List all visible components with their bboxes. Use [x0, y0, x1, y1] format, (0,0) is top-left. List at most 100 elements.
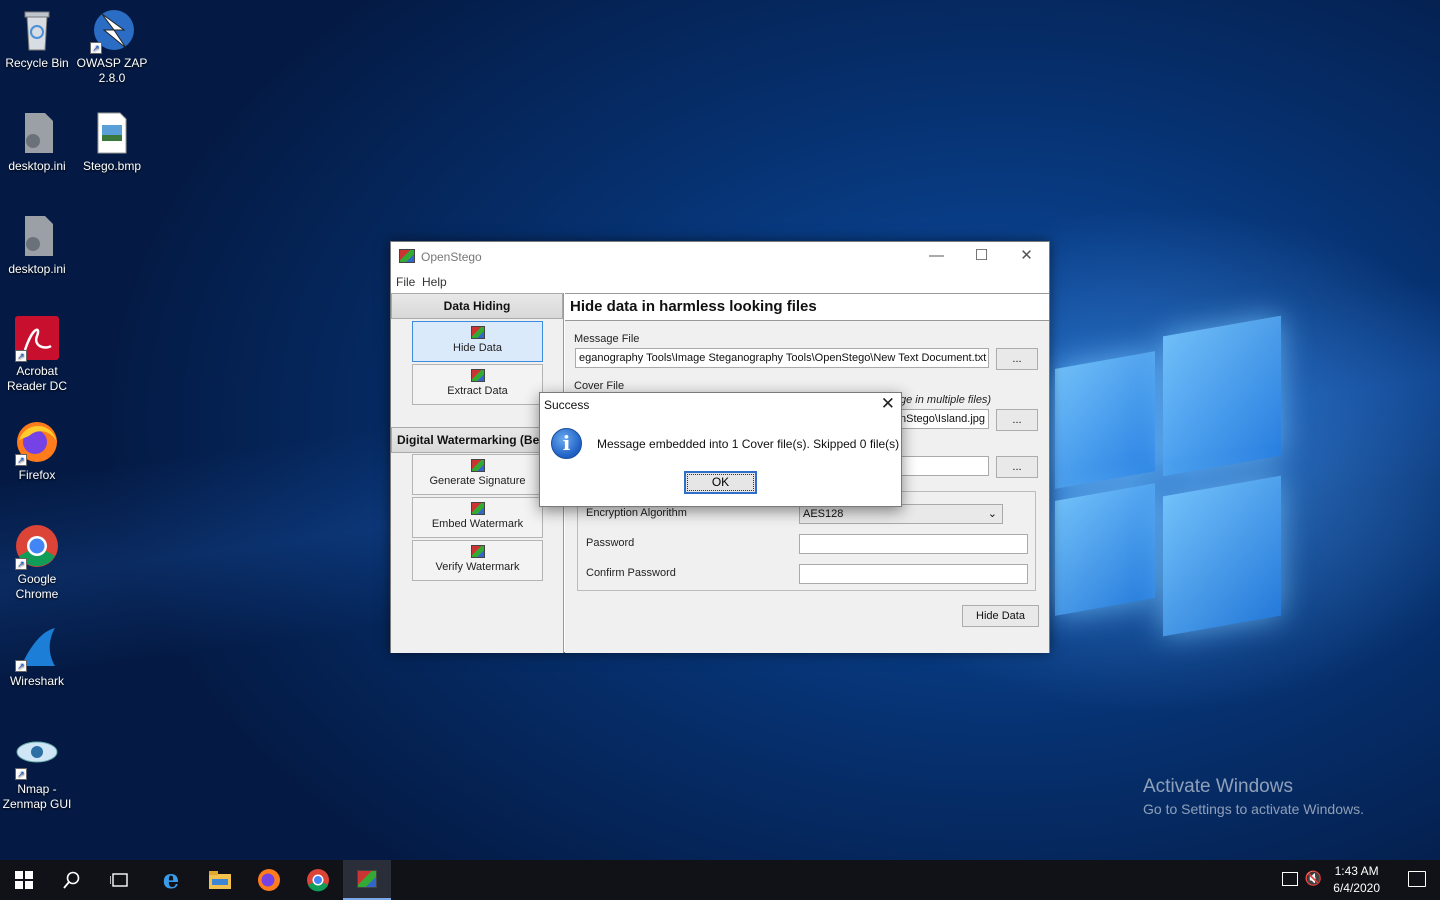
search-button[interactable] — [48, 860, 96, 900]
desktop-icon-zenmap[interactable]: ↗ Nmap - Zenmap GUI — [0, 734, 74, 812]
minimize-button[interactable]: — — [914, 242, 959, 272]
verify-watermark-label: Verify Watermark — [435, 561, 520, 573]
cover-file-browse-button[interactable]: ... — [996, 409, 1038, 431]
cover-file-label: Cover File — [574, 380, 625, 392]
message-file-label: Message File — [574, 333, 640, 345]
chrome-icon: ↗ — [15, 524, 59, 570]
task-view-button[interactable] — [96, 860, 144, 900]
desktop-icon-label: OWASP ZAP — [76, 56, 148, 70]
confirm-password-input[interactable] — [799, 564, 1028, 584]
desktop-icon-stego-bmp[interactable]: Stego.bmp — [75, 111, 149, 174]
desktop-icon-label: Reader DC — [6, 379, 68, 393]
info-icon: i — [551, 428, 582, 459]
zenmap-icon: ↗ — [15, 734, 59, 780]
desktop-icon-label: Chrome — [15, 587, 59, 601]
generate-signature-icon — [470, 459, 485, 472]
desktop-icon-firefox[interactable]: ↗ Firefox — [0, 420, 74, 483]
taskbar: e 🔇 1:43 AM 6/4/2020 — [0, 860, 1440, 900]
desktop-icon-owasp-zap[interactable]: ↗ OWASP ZAP 2.8.0 — [75, 8, 149, 86]
cover-file-hint: ge in multiple files) — [900, 394, 992, 406]
edge-icon: e — [162, 865, 180, 895]
shortcut-arrow-icon: ↗ — [15, 350, 27, 362]
desktop-icon-acrobat[interactable]: ↗ Acrobat Reader DC — [0, 316, 74, 394]
maximize-button[interactable]: ☐ — [959, 242, 1004, 272]
generate-signature-label: Generate Signature — [429, 475, 526, 487]
recycle-bin-icon — [15, 8, 59, 52]
firefox-taskbar-button[interactable] — [245, 860, 293, 900]
menu-file[interactable]: File — [396, 275, 415, 289]
menu-help[interactable]: Help — [422, 275, 447, 289]
encryption-algorithm-select[interactable]: AES128 ⌄ — [799, 504, 1003, 524]
dialog-close-icon[interactable]: ✕ — [881, 394, 895, 414]
extract-data-icon — [470, 369, 485, 382]
hide-data-tool-button[interactable]: Hide Data — [412, 321, 543, 362]
desktop-icon-label: Acrobat — [16, 364, 58, 378]
desktop-icon-label: Recycle Bin — [5, 56, 69, 70]
hide-data-button[interactable]: Hide Data — [962, 605, 1039, 627]
hide-data-label: Hide Data — [453, 342, 502, 354]
start-icon — [15, 871, 33, 889]
openstego-taskbar-button[interactable] — [343, 860, 391, 900]
file-explorer-taskbar-button[interactable] — [196, 860, 244, 900]
start-button[interactable] — [0, 860, 48, 900]
desktop-icon-label: Google — [17, 572, 57, 586]
activate-windows-watermark: Activate Windows Go to Settings to activ… — [1143, 776, 1364, 817]
password-label: Password — [586, 537, 635, 549]
chevron-down-icon: ⌄ — [987, 508, 997, 520]
window-title: OpenStego — [421, 250, 482, 264]
shortcut-arrow-icon: ↗ — [15, 660, 27, 672]
firefox-icon — [258, 869, 280, 891]
desktop-icon-label: 2.8.0 — [98, 71, 126, 85]
volume-muted-icon[interactable]: 🔇 — [1305, 870, 1322, 887]
ok-button[interactable]: OK — [684, 471, 757, 494]
verify-watermark-icon — [470, 545, 485, 558]
page-title: Hide data in harmless looking files — [565, 293, 1049, 321]
desktop-icon-desktop-ini-2[interactable]: desktop.ini — [0, 214, 74, 277]
edge-taskbar-button[interactable]: e — [147, 860, 195, 900]
desktop-icon-desktop-ini[interactable]: desktop.ini — [0, 111, 74, 174]
network-icon[interactable] — [1282, 872, 1298, 886]
clock-date: 6/4/2020 — [1333, 881, 1380, 895]
desktop-icon-wireshark[interactable]: ↗ Wireshark — [0, 626, 74, 689]
clock[interactable]: 1:43 AM 6/4/2020 — [1333, 863, 1380, 897]
embed-watermark-tool-button[interactable]: Embed Watermark — [412, 497, 543, 538]
chrome-icon — [307, 869, 329, 892]
openstego-icon — [357, 870, 377, 888]
encryption-algorithm-label: Encryption Algorithm — [586, 507, 687, 519]
message-file-input[interactable]: eganography Tools\Image Steganography To… — [575, 348, 989, 368]
message-file-browse-button[interactable]: ... — [996, 348, 1038, 370]
desktop-icon-label: Zenmap GUI — [2, 797, 72, 811]
shortcut-arrow-icon: ↗ — [15, 768, 27, 780]
search-icon — [63, 871, 80, 889]
output-file-browse-button[interactable]: ... — [996, 456, 1038, 478]
extract-data-label: Extract Data — [447, 385, 508, 397]
desktop-icon-label: desktop.ini — [8, 159, 66, 173]
verify-watermark-tool-button[interactable]: Verify Watermark — [412, 540, 543, 581]
password-input[interactable] — [799, 534, 1028, 554]
bitmap-file-icon — [90, 111, 134, 155]
hide-data-icon — [470, 326, 485, 339]
firefox-icon: ↗ — [15, 420, 59, 466]
desktop-icon-label: Nmap - — [17, 782, 57, 796]
generate-signature-tool-button[interactable]: Generate Signature — [412, 454, 543, 495]
acrobat-icon: ↗ — [15, 316, 59, 362]
notifications-icon[interactable] — [1408, 871, 1426, 887]
extract-data-tool-button[interactable]: Extract Data — [412, 364, 543, 405]
desktop-icon-chrome[interactable]: ↗ Google Chrome — [0, 524, 74, 602]
encryption-algorithm-value: AES128 — [803, 508, 844, 520]
desktop-icon-label: desktop.ini — [8, 262, 66, 276]
settings-file-icon — [15, 111, 59, 155]
dialog-title: Success — [544, 398, 590, 412]
embed-watermark-label: Embed Watermark — [431, 518, 524, 530]
owasp-zap-icon: ↗ — [90, 8, 134, 54]
task-view-icon — [110, 873, 128, 887]
chrome-taskbar-button[interactable] — [294, 860, 342, 900]
section-data-hiding[interactable]: Data Hiding — [391, 293, 563, 319]
window-titlebar[interactable]: OpenStego — ☐ ✕ — [391, 242, 1049, 272]
settings-file-icon — [15, 214, 59, 258]
close-button[interactable]: ✕ — [1004, 242, 1049, 272]
desktop-icon-label: Stego.bmp — [82, 159, 142, 173]
desktop-icon-recycle-bin[interactable]: Recycle Bin — [0, 8, 74, 71]
embed-watermark-icon — [470, 502, 485, 515]
shortcut-arrow-icon: ↗ — [15, 454, 27, 466]
